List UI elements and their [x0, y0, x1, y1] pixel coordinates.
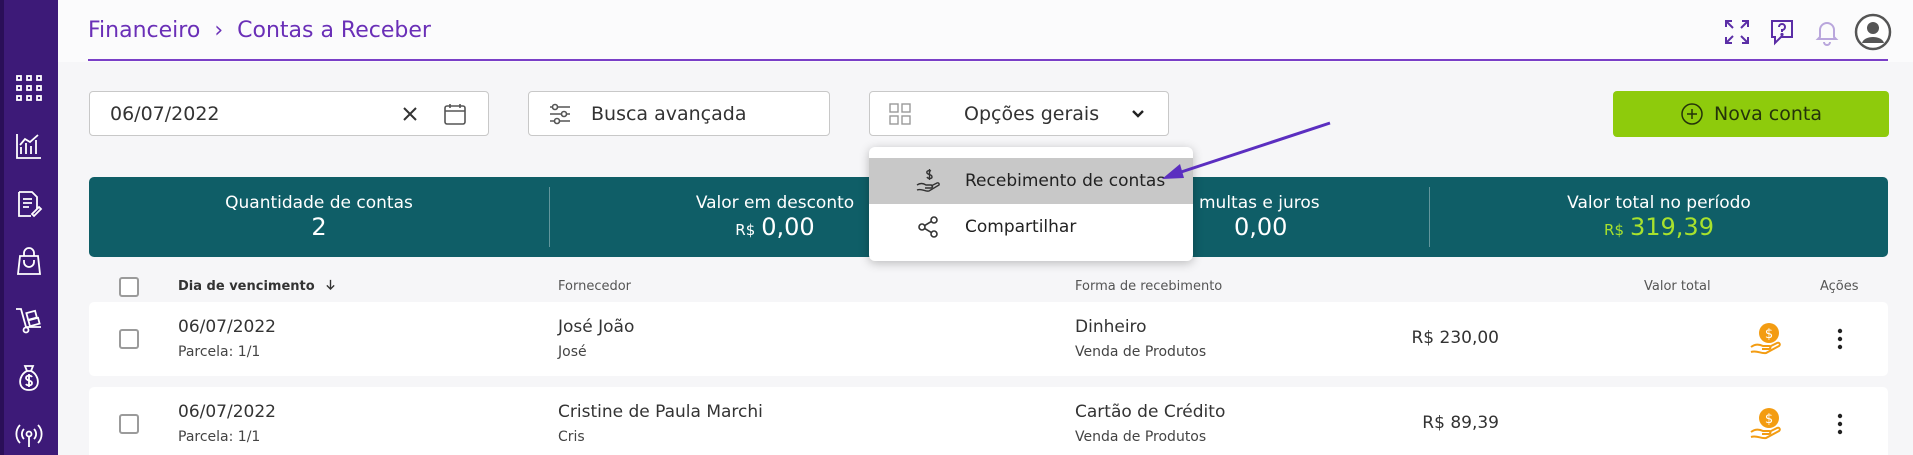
general-options-menu: Recebimento de contas Compartilhar: [869, 147, 1193, 261]
chart-icon[interactable]: [10, 127, 48, 165]
row-supplier-sub: Cris: [558, 429, 585, 445]
fullscreen-icon[interactable]: [1719, 14, 1755, 50]
row-payment-method-sub: Venda de Produtos: [1075, 344, 1207, 360]
chevron-down-icon: [1132, 109, 1144, 118]
sliders-icon: [550, 103, 570, 124]
shopping-bag-icon[interactable]: [10, 243, 48, 281]
stat-accounts-count: Quantidade de contas 2: [89, 177, 549, 257]
row-total: R$ 89,39: [1422, 413, 1499, 433]
header-divider: [88, 59, 1888, 61]
bell-icon[interactable]: [1809, 14, 1845, 50]
stat-label: Valor total no período: [1567, 193, 1751, 213]
row-actions-menu-icon[interactable]: [1835, 412, 1845, 436]
annotation-arrow: [1162, 121, 1331, 179]
row-due-date: 06/07/2022: [178, 317, 276, 337]
date-filter-field[interactable]: 06/07/2022: [89, 91, 489, 136]
menu-item-label: Compartilhar: [965, 217, 1077, 237]
apps-grid-icon[interactable]: [10, 69, 48, 107]
hand-truck-icon[interactable]: [10, 301, 48, 339]
broadcast-icon[interactable]: [10, 415, 48, 453]
breadcrumb-separator: ›: [214, 18, 224, 43]
stat-value-wrap: R$ 319,39: [1430, 213, 1888, 241]
column-header-supplier: Fornecedor: [558, 279, 632, 294]
stat-value: 2: [311, 213, 327, 241]
svg-text:$: $: [1765, 412, 1773, 427]
row-payment-method-sub: Venda de Produtos: [1075, 429, 1207, 445]
menu-item-receive-accounts[interactable]: Recebimento de contas: [869, 158, 1193, 204]
stat-period-total: Valor total no período R$ 319,39: [1430, 177, 1888, 257]
advanced-search-label: Busca avançada: [591, 102, 747, 125]
row-supplier: Cristine de Paula Marchi: [558, 402, 763, 422]
document-edit-icon[interactable]: [10, 185, 48, 223]
row-installment: Parcela: 1/1: [178, 344, 261, 360]
breadcrumb-parent[interactable]: Financeiro: [88, 18, 200, 43]
calendar-icon[interactable]: [442, 101, 468, 127]
new-account-label: Nova conta: [1714, 103, 1822, 125]
column-header-total: Valor total: [1644, 279, 1711, 294]
money-bag-icon[interactable]: [10, 359, 48, 397]
sidebar-edge: [0, 0, 4, 455]
stat-value: 319,39: [1629, 213, 1714, 241]
hand-money-icon: [916, 169, 940, 192]
receive-payment-icon[interactable]: $: [1748, 406, 1784, 442]
general-options-label: Opções gerais: [964, 102, 1100, 125]
row-supplier-sub: José: [558, 344, 587, 360]
breadcrumb: Financeiro › Contas a Receber: [88, 18, 431, 43]
share-icon: [918, 216, 938, 238]
plus-circle-icon: [1681, 103, 1703, 125]
stat-label: multas e juros: [1199, 193, 1320, 213]
column-header-label: Dia de vencimento: [178, 279, 315, 294]
stat-value: 0,00: [1234, 213, 1288, 241]
svg-text:$: $: [1765, 327, 1773, 342]
general-options-button[interactable]: Opções gerais: [869, 91, 1169, 136]
row-payment-method: Dinheiro: [1075, 317, 1147, 337]
clear-icon[interactable]: [398, 102, 422, 126]
table-row[interactable]: 06/07/2022 Parcela: 1/1 José João José D…: [89, 302, 1888, 376]
sort-arrow-down-icon[interactable]: [325, 279, 336, 291]
row-due-date: 06/07/2022: [178, 402, 276, 422]
select-all-checkbox[interactable]: [119, 277, 139, 297]
row-actions-menu-icon[interactable]: [1835, 327, 1845, 351]
grid-icon: [889, 102, 911, 125]
row-checkbox[interactable]: [119, 329, 139, 349]
receive-payment-icon[interactable]: $: [1748, 321, 1784, 357]
menu-item-label: Recebimento de contas: [965, 171, 1166, 191]
stat-label: Quantidade de contas: [225, 193, 413, 213]
date-filter-value[interactable]: 06/07/2022: [110, 103, 220, 125]
table-row[interactable]: 06/07/2022 Parcela: 1/1 Cristine de Paul…: [89, 387, 1888, 455]
advanced-search-button[interactable]: Busca avançada: [528, 91, 830, 136]
currency-symbol: R$: [735, 221, 756, 239]
row-supplier: José João: [558, 317, 635, 337]
help-chat-icon[interactable]: [1764, 14, 1800, 50]
column-header-due-date[interactable]: Dia de vencimento: [178, 279, 336, 294]
column-header-actions: Ações: [1820, 279, 1859, 294]
breadcrumb-current: Contas a Receber: [237, 18, 431, 43]
currency-symbol: R$: [1604, 221, 1624, 239]
column-header-payment-method: Forma de recebimento: [1075, 279, 1223, 294]
row-payment-method: Cartão de Crédito: [1075, 402, 1226, 422]
row-checkbox[interactable]: [119, 414, 139, 434]
row-total: R$ 230,00: [1411, 328, 1499, 348]
user-avatar-icon[interactable]: [1854, 13, 1892, 51]
row-installment: Parcela: 1/1: [178, 429, 261, 445]
sidebar: [0, 0, 58, 455]
menu-item-share[interactable]: Compartilhar: [869, 204, 1193, 250]
new-account-button[interactable]: Nova conta: [1613, 91, 1889, 137]
stat-value: 0,00: [761, 213, 815, 241]
